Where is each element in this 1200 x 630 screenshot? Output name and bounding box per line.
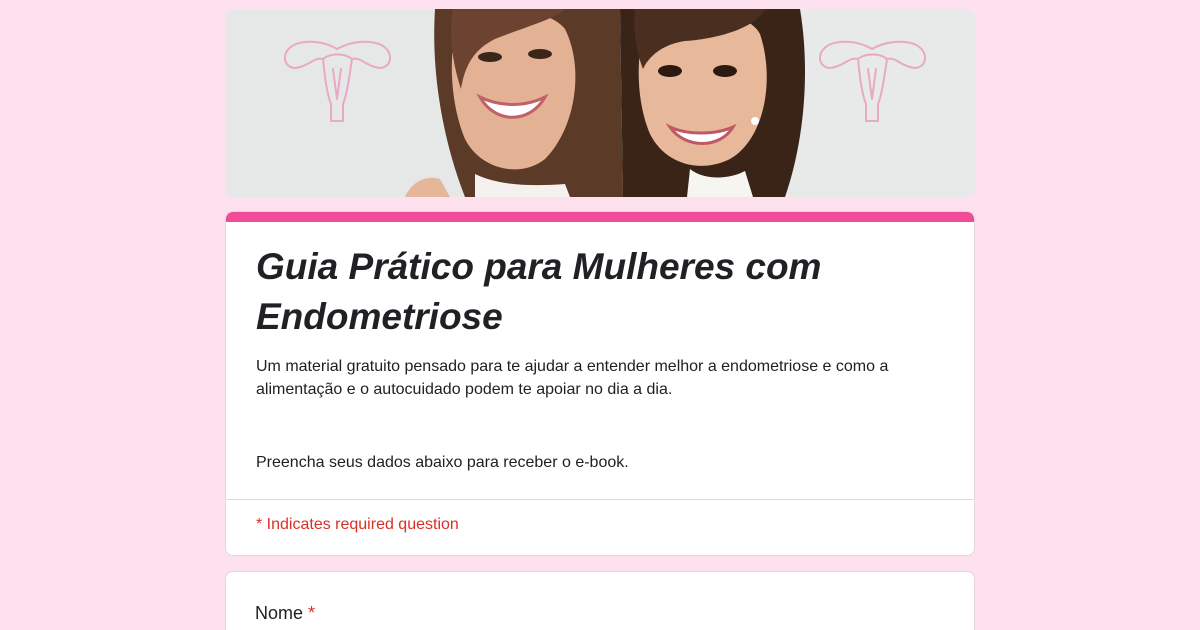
form-title: Guia Prático para Mulheres com Endometri… <box>256 246 822 337</box>
question-card-nome[interactable]: Nome * <box>225 571 975 630</box>
form-instruction: Preencha seus dados abaixo para receber … <box>256 454 629 471</box>
header-image <box>225 9 975 197</box>
person-right <box>620 9 805 197</box>
question-title: Nome <box>255 603 304 623</box>
form-header-card: Guia Prático para Mulheres com Endometri… <box>225 211 975 556</box>
accent-bar <box>226 212 974 222</box>
question-label: Nome * <box>255 603 315 624</box>
divider <box>226 499 974 500</box>
form-page: Guia Prático para Mulheres com Endometri… <box>0 0 1200 630</box>
form-description: Um material gratuito pensado para te aju… <box>256 358 889 398</box>
required-question-note: * Indicates required question <box>256 516 459 533</box>
required-asterisk: * <box>308 603 316 623</box>
header-photo <box>225 9 975 197</box>
